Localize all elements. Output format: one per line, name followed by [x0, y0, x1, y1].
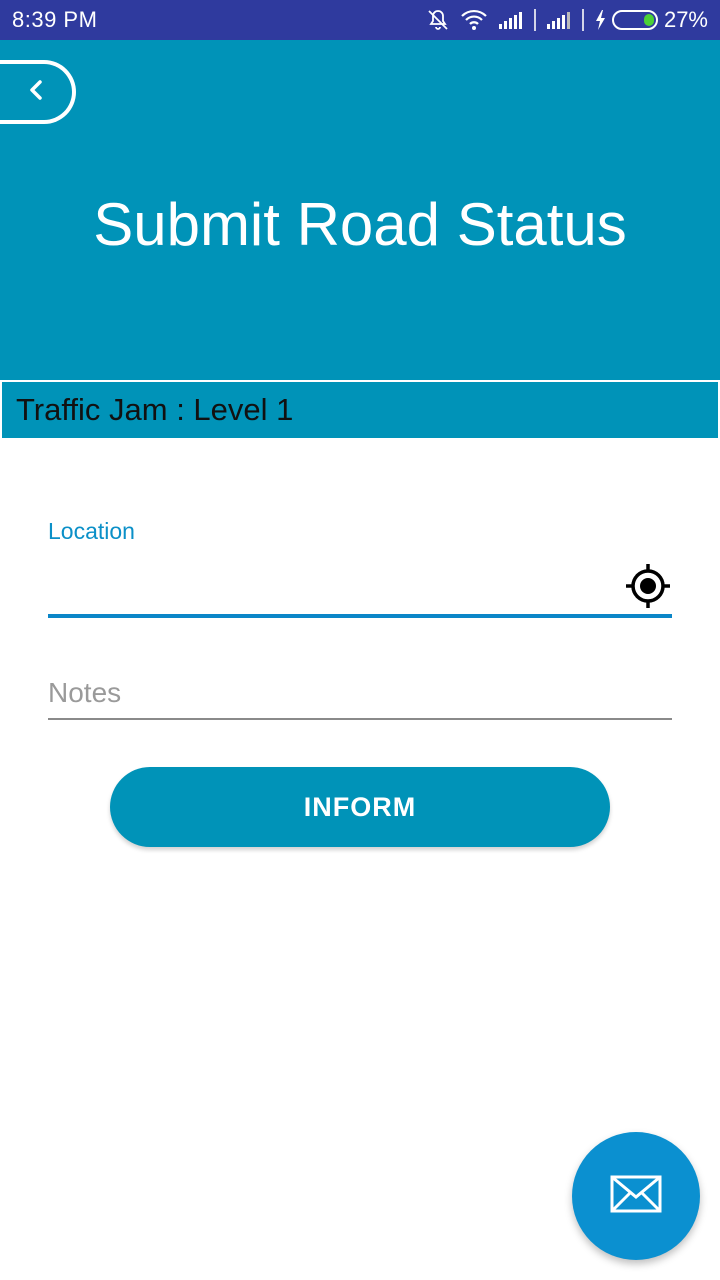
- inform-button[interactable]: INFORM: [110, 767, 610, 847]
- location-underline: [48, 614, 672, 618]
- location-input[interactable]: [48, 556, 672, 614]
- mail-fab-button[interactable]: [572, 1132, 700, 1260]
- chevron-left-icon: [24, 76, 48, 109]
- charging-icon: [594, 9, 606, 31]
- wifi-icon: [460, 9, 488, 31]
- signal-icon: [498, 10, 524, 30]
- mail-icon: [610, 1175, 662, 1218]
- battery: 27%: [594, 7, 708, 33]
- battery-fill: [643, 14, 654, 26]
- app-header: Submit Road Status: [0, 40, 720, 380]
- status-time: 8:39 PM: [12, 7, 98, 32]
- notifications-off-icon: [426, 8, 450, 32]
- status-icons: 27%: [426, 7, 708, 33]
- back-button[interactable]: [0, 60, 76, 124]
- status-type-banner: Traffic Jam : Level 1: [2, 382, 718, 438]
- my-location-icon[interactable]: [624, 562, 672, 610]
- battery-percent: 27%: [663, 7, 708, 32]
- signal-icon: [546, 10, 572, 30]
- status-divider: [533, 9, 536, 31]
- status-bar: 8:39 PM 27%: [0, 0, 720, 40]
- location-label: Location: [48, 518, 135, 544]
- status-type-text: Traffic Jam : Level 1: [16, 392, 294, 427]
- notes-input[interactable]: [48, 668, 672, 718]
- status-divider: [581, 9, 584, 31]
- battery-icon: [611, 10, 658, 30]
- page-title: Submit Road Status: [93, 191, 627, 258]
- notes-underline: [48, 718, 672, 720]
